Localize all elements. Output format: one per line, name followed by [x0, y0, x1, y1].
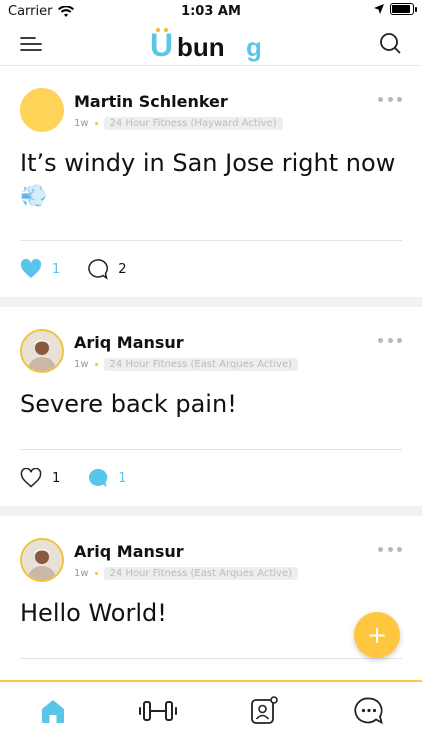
search-icon[interactable] [378, 31, 402, 55]
home-icon [41, 700, 64, 723]
comment-icon [88, 259, 109, 280]
gym-badge[interactable]: 24 Hour Fitness (East Arques Active) [103, 358, 299, 371]
nav-home[interactable] [23, 689, 83, 733]
meta-dot [94, 122, 98, 125]
post-text: It’s windy in San Jose right now 💨 [20, 146, 402, 214]
post-meta: 1w 24 Hour Fitness (East Arques Active) [74, 567, 299, 580]
menu-icon[interactable] [20, 33, 42, 55]
comment-button[interactable]: 1 [86, 467, 127, 489]
post-meta: 1w 24 Hour Fitness (Hayward Active) [74, 117, 283, 130]
nav-chat[interactable] [339, 689, 399, 733]
like-count: 1 [52, 470, 61, 486]
post-time: 1w [74, 568, 89, 579]
post-body: Severe back pain! [20, 390, 237, 418]
svg-text:bun: bun [177, 32, 225, 62]
avatar[interactable] [20, 88, 64, 132]
comment-count: 2 [118, 261, 127, 277]
post-author[interactable]: Ariq Mansur [74, 542, 184, 561]
post-body: Hello World! [20, 599, 167, 627]
svg-text:g: g [246, 32, 262, 62]
status-time: 1:03 AM [181, 4, 241, 19]
post-actions: 1 2 [20, 241, 402, 297]
gym-badge[interactable]: 24 Hour Fitness (East Arques Active) [103, 567, 299, 580]
post-card[interactable]: Martin Schlenker 1w 24 Hour Fitness (Hay… [0, 66, 422, 297]
plus-icon: + [366, 621, 388, 649]
avatar[interactable] [20, 538, 64, 582]
heart-filled-icon [20, 259, 42, 278]
avatar[interactable] [20, 329, 64, 373]
add-post-button[interactable]: + [354, 612, 400, 658]
avatar-photo [22, 540, 62, 580]
post-meta: 1w 24 Hour Fitness (East Arques Active) [74, 358, 299, 371]
post-divider [20, 658, 402, 659]
status-right [374, 3, 417, 15]
wind-emoji: 💨 [20, 184, 48, 209]
post-header: Ariq Mansur 1w 24 Hour Fitness (East Arq… [20, 516, 402, 586]
post-text: Severe back pain! [20, 387, 402, 421]
like-button[interactable]: 1 [20, 468, 60, 488]
chat-bubble-icon [354, 697, 384, 725]
post-actions: 1 1 [20, 450, 402, 506]
more-options-icon[interactable] [378, 547, 402, 555]
location-arrow-icon [374, 4, 384, 14]
post-time: 1w [74, 118, 89, 129]
status-bar: Carrier 1:03 AM [0, 0, 422, 24]
post-card[interactable]: Ariq Mansur 1w 24 Hour Fitness (East Arq… [0, 307, 422, 506]
post-author[interactable]: Martin Schlenker [74, 92, 228, 111]
feed[interactable]: Martin Schlenker 1w 24 Hour Fitness (Hay… [0, 66, 422, 680]
battery-icon [390, 3, 417, 15]
like-count: 1 [52, 261, 61, 277]
app-header: U bun g [0, 24, 422, 66]
avatar-photo [22, 331, 62, 371]
svg-text:U: U [150, 27, 173, 63]
gym-badge[interactable]: 24 Hour Fitness (Hayward Active) [103, 117, 283, 130]
post-time: 1w [74, 359, 89, 370]
comment-button[interactable]: 2 [86, 258, 127, 280]
nav-workout[interactable] [128, 689, 188, 733]
profile-card-icon [250, 696, 278, 724]
post-separator [0, 297, 422, 307]
bottom-nav [0, 680, 422, 750]
comment-count: 1 [118, 470, 127, 486]
post-body: It’s windy in San Jose right now [20, 149, 396, 177]
ubung-logo: U bun g [150, 27, 262, 63]
more-options-icon[interactable] [378, 338, 402, 346]
heart-outline-icon [20, 468, 42, 488]
nav-profile[interactable] [234, 689, 294, 733]
dumbbell-icon [139, 701, 178, 721]
comment-filled-icon [89, 468, 108, 487]
meta-dot [94, 572, 98, 575]
post-text: Hello World! [20, 596, 402, 630]
post-header: Martin Schlenker 1w 24 Hour Fitness (Hay… [20, 66, 402, 136]
more-options-icon[interactable] [378, 97, 402, 105]
like-button[interactable]: 1 [20, 259, 60, 279]
post-author[interactable]: Ariq Mansur [74, 333, 184, 352]
post-separator [0, 506, 422, 516]
post-header: Ariq Mansur 1w 24 Hour Fitness (East Arq… [20, 307, 402, 377]
meta-dot [94, 363, 98, 366]
